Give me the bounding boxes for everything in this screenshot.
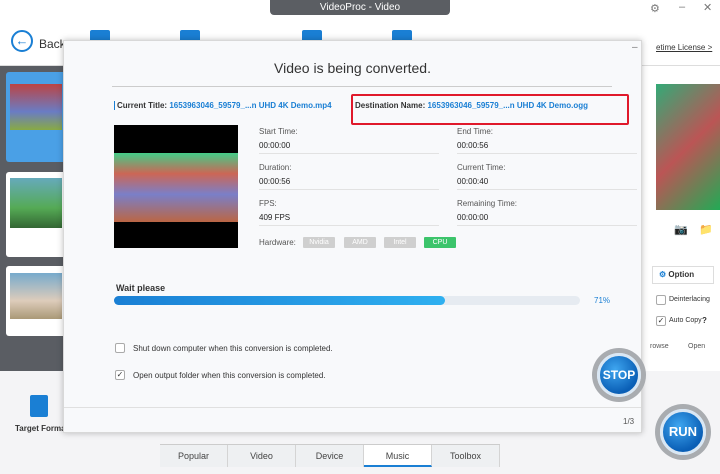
preview-image xyxy=(656,84,720,210)
tab-popular[interactable]: Popular xyxy=(160,445,228,467)
deinterlacing-checkbox[interactable] xyxy=(656,295,666,305)
progress-percent: 71% xyxy=(594,296,611,305)
divider xyxy=(259,225,439,226)
current-title-row: Current Title: 1653963046_59579_...n UHD… xyxy=(114,101,332,110)
window-title: VideoProc - Video xyxy=(270,0,450,15)
hardware-cpu[interactable]: CPU xyxy=(424,237,456,248)
tab-music[interactable]: Music xyxy=(364,445,432,467)
tab-video[interactable]: Video xyxy=(228,445,296,467)
duration-value: 00:00:56 xyxy=(259,177,291,186)
target-format-icon[interactable] xyxy=(30,395,48,417)
current-title-value: 1653963046_59579_...n UHD 4K Demo.mp4 xyxy=(169,101,332,110)
open-folder-label: Open output folder when this conversion … xyxy=(133,371,326,380)
video-thumbnail xyxy=(114,125,238,248)
hardware-label: Hardware: xyxy=(259,238,296,247)
video-item-3[interactable] xyxy=(6,266,66,336)
hardware-nvidia[interactable]: Nvidia xyxy=(303,237,335,248)
settings-icon[interactable]: ⚙ xyxy=(650,2,660,15)
end-time-label: End Time: xyxy=(457,127,494,136)
page-counter: 1/3 xyxy=(623,417,635,426)
divider xyxy=(112,86,612,87)
license-link[interactable]: etime License > xyxy=(656,43,712,52)
format-tabs: Popular Video Device Music Toolbox xyxy=(160,444,500,467)
fps-value: 409 FPS xyxy=(259,213,291,222)
help-icon[interactable]: ? xyxy=(702,316,707,325)
tab-toolbox[interactable]: Toolbox xyxy=(432,445,500,467)
browse-button[interactable]: rowse xyxy=(650,343,669,350)
auto-copy-label: Auto Copy xyxy=(669,317,702,324)
start-time-value: 00:00:00 xyxy=(259,141,291,150)
close-button[interactable]: ✕ xyxy=(703,1,712,14)
progress-label: Wait please xyxy=(116,283,166,293)
target-format-label: Target Format xyxy=(15,424,69,433)
back-arrow-icon[interactable]: ← xyxy=(11,30,33,52)
hardware-intel[interactable]: Intel xyxy=(384,237,416,248)
hardware-amd[interactable]: AMD xyxy=(344,237,376,248)
option-button[interactable]: ⚙ Option xyxy=(652,266,714,284)
folder-open-icon[interactable]: 📁 xyxy=(699,223,713,236)
back-button[interactable]: Back xyxy=(39,37,66,51)
deinterlacing-label: Deinterlacing xyxy=(669,296,710,303)
shutdown-label: Shut down computer when this conversion … xyxy=(133,344,333,353)
progress-fill xyxy=(114,296,445,305)
destination-value: 1653963046_59579_...n UHD 4K Demo.ogg xyxy=(427,101,588,110)
divider xyxy=(457,153,637,154)
divider xyxy=(259,189,439,190)
progress-bar xyxy=(114,296,580,305)
dialog-footer-divider xyxy=(64,407,641,408)
open-button[interactable]: Open xyxy=(688,343,705,350)
duration-label: Duration: xyxy=(259,163,292,172)
run-button[interactable]: RUN xyxy=(660,409,706,455)
video-item-2[interactable] xyxy=(6,172,66,257)
minimize-button[interactable]: – xyxy=(679,1,685,13)
dialog-title: Video is being converted. xyxy=(274,60,431,76)
destination-row: Destination Name: 1653963046_59579_...n … xyxy=(355,101,588,110)
camera-icon[interactable]: 📷 xyxy=(674,223,688,236)
auto-copy-checkbox[interactable]: ✓ xyxy=(656,316,666,326)
divider xyxy=(259,153,439,154)
divider xyxy=(457,225,637,226)
fps-label: FPS: xyxy=(259,199,277,208)
start-time-label: Start Time: xyxy=(259,127,298,136)
remaining-time-value: 00:00:00 xyxy=(457,213,489,222)
gear-icon: ⚙ xyxy=(659,270,667,279)
dialog-minimize-button[interactable]: – xyxy=(632,42,638,53)
stop-button[interactable]: STOP xyxy=(597,353,641,397)
current-time-value: 00:00:40 xyxy=(457,177,489,186)
shutdown-checkbox[interactable] xyxy=(115,343,125,353)
tab-device[interactable]: Device xyxy=(296,445,364,467)
video-item-1[interactable] xyxy=(6,72,66,162)
current-time-label: Current Time: xyxy=(457,163,506,172)
end-time-value: 00:00:56 xyxy=(457,141,489,150)
divider xyxy=(457,189,637,190)
open-folder-checkbox[interactable]: ✓ xyxy=(115,370,125,380)
remaining-time-label: Remaining Time: xyxy=(457,199,518,208)
